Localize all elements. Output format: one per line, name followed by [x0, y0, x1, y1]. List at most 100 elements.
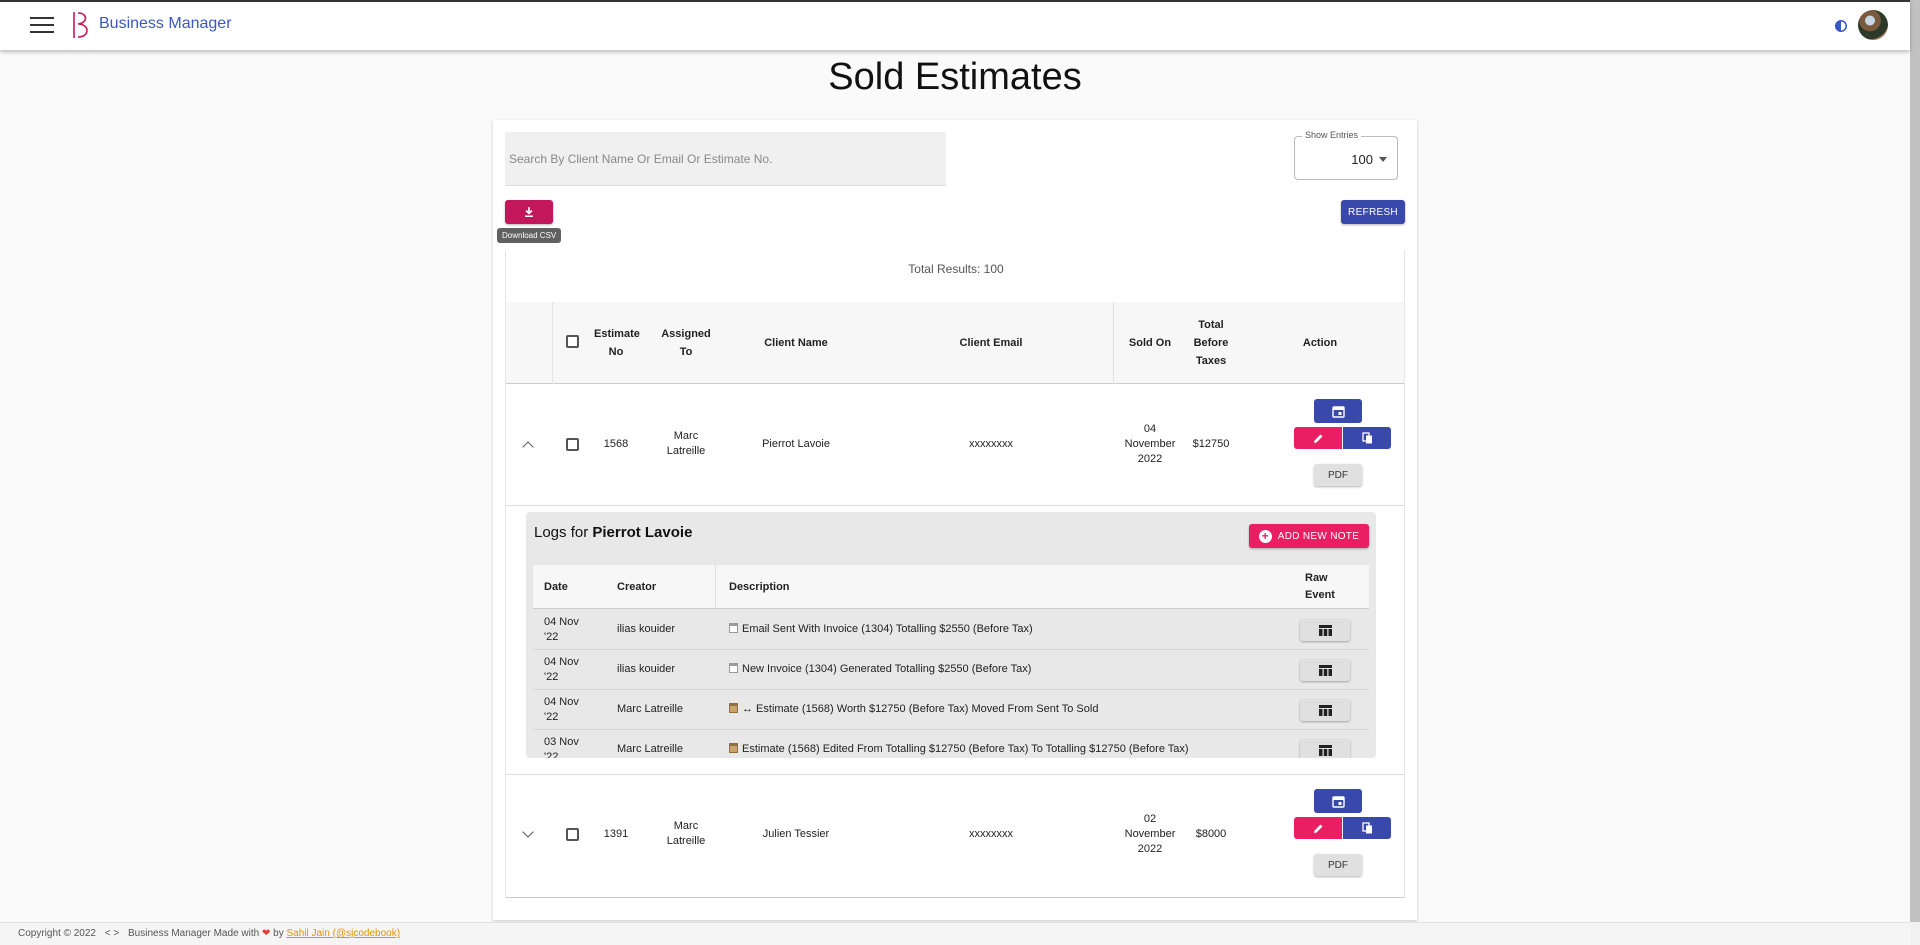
duplicate-button[interactable]	[1342, 817, 1391, 839]
pdf-button[interactable]: PDF	[1314, 854, 1362, 876]
pdf-button[interactable]: PDF	[1314, 464, 1362, 486]
user-avatar[interactable]	[1858, 10, 1888, 40]
estimates-card: Show Entries 100 Download CSV REFRESH To…	[493, 120, 1417, 920]
expand-row-icon[interactable]	[522, 826, 534, 838]
logs-header-raw-event: Raw Event	[1305, 572, 1335, 601]
app-bar: Business Manager	[0, 0, 1910, 50]
header-total-before-taxes[interactable]: Total Before Taxes	[1191, 316, 1231, 370]
log-row: 04 Nov '22 Marc Latreille ↔ Estimate (15…	[533, 690, 1369, 730]
assigned-to: Marc Latreille	[666, 820, 706, 847]
client-email: xxxxxxxx	[969, 438, 1013, 450]
brand-name[interactable]: Business Manager	[99, 15, 232, 33]
logs-header-description: Description	[729, 581, 790, 593]
edit-copy-group	[1294, 427, 1391, 449]
sold-on: 04 November 2022	[1124, 423, 1176, 465]
logs-title-prefix: Logs for	[534, 524, 589, 541]
search-input[interactable]	[509, 151, 946, 166]
footer-by: by	[273, 928, 284, 939]
logs-title: Logs for Pierrot Lavoie	[534, 524, 692, 541]
log-description: Email Sent With Invoice (1304) Totalling…	[729, 622, 1033, 637]
estimate-icon	[729, 743, 738, 753]
caret-down-icon	[1379, 157, 1387, 162]
client-email: xxxxxxxx	[969, 828, 1013, 840]
brand-logo-icon[interactable]	[70, 10, 92, 40]
log-description-text: Estimate (1568) Edited From Totalling $1…	[742, 743, 1189, 755]
raw-event-button[interactable]	[1300, 659, 1350, 681]
header-client-name[interactable]: Client Name	[721, 334, 871, 352]
add-new-note-button[interactable]: + ADD NEW NOTE	[1249, 524, 1369, 548]
calendar-icon	[1331, 405, 1345, 418]
code-icon: < >	[104, 928, 120, 939]
estimate-number: 1568	[603, 438, 629, 450]
logs-panel: Logs for Pierrot Lavoie + ADD NEW NOTE D…	[526, 512, 1376, 758]
schedule-button[interactable]	[1314, 399, 1362, 423]
column-divider	[552, 302, 553, 384]
estimate-number: 1391	[603, 828, 629, 840]
raw-event-button[interactable]	[1300, 699, 1350, 721]
add-circle-icon: +	[1258, 529, 1272, 543]
download-csv-button[interactable]	[505, 200, 553, 224]
footer-made-with: Business Manager Made with	[128, 928, 260, 939]
table-header: Estimate No Assigned To Client Name Clie…	[506, 302, 1404, 384]
table-row: 1568 Marc Latreille Pierrot Lavoie xxxxx…	[506, 385, 1404, 505]
log-creator: Marc Latreille	[617, 743, 684, 755]
show-entries-select[interactable]: Show Entries 100	[1294, 130, 1398, 180]
header-assigned-to[interactable]: Assigned To	[656, 325, 716, 361]
page-scrollbar[interactable]	[1910, 0, 1920, 922]
schedule-button[interactable]	[1314, 789, 1362, 813]
calendar-icon	[1331, 795, 1345, 808]
header-action: Action	[1302, 337, 1338, 349]
log-date: 04 Nov '22	[544, 696, 579, 723]
log-row: 04 Nov '22 ilias kouider New Invoice (13…	[533, 650, 1369, 690]
search-field[interactable]	[505, 132, 946, 186]
header-sold-on[interactable]: Sold On	[1116, 334, 1184, 352]
raw-event-button[interactable]	[1300, 619, 1350, 641]
theme-toggle-icon[interactable]	[1834, 19, 1848, 33]
assigned-to: Marc Latreille	[666, 430, 706, 457]
edit-button[interactable]	[1294, 427, 1342, 449]
header-estimate-no[interactable]: Estimate No	[594, 325, 640, 361]
collapse-row-icon[interactable]	[522, 441, 534, 453]
select-all-checkbox[interactable]	[566, 335, 579, 348]
log-description-text: New Invoice (1304) Generated Totalling $…	[742, 663, 1032, 675]
log-description: New Invoice (1304) Generated Totalling $…	[729, 662, 1031, 677]
footer-copyright: Copyright © 2022	[18, 928, 96, 939]
logs-header-creator: Creator	[617, 581, 657, 593]
logs-table-header: Date Creator Description Raw Event	[533, 565, 1369, 609]
log-description: ↔ Estimate (1568) Worth $12750 (Before T…	[729, 702, 1098, 717]
table-icon	[1318, 624, 1332, 636]
refresh-button[interactable]: REFRESH	[1341, 200, 1405, 224]
table-icon	[1318, 704, 1332, 716]
scrollbar-track	[1910, 922, 1920, 945]
log-date: 03 Nov '22	[544, 736, 579, 758]
page-title: Sold Estimates	[828, 56, 1082, 98]
row-checkbox[interactable]	[566, 828, 579, 841]
copy-icon	[1361, 432, 1372, 444]
total-before-taxes: $8000	[1195, 828, 1227, 840]
log-description-text: Email Sent With Invoice (1304) Totalling…	[742, 623, 1033, 635]
logs-client-name: Pierrot Lavoie	[592, 524, 693, 541]
edit-copy-group	[1294, 817, 1391, 839]
duplicate-button[interactable]	[1342, 427, 1391, 449]
sold-on: 02 November 2022	[1124, 813, 1176, 855]
row-divider	[506, 505, 1404, 506]
author-link[interactable]: Sahil Jain (@sjcodebook)	[286, 928, 400, 939]
menu-icon[interactable]	[30, 17, 54, 35]
row-checkbox[interactable]	[566, 438, 579, 451]
table-icon	[1318, 664, 1332, 676]
log-creator: Marc Latreille	[617, 703, 684, 715]
estimates-table: Total Results: 100 Estimate No Assigned …	[505, 250, 1405, 898]
column-divider	[1113, 302, 1114, 384]
pencil-icon	[1313, 434, 1322, 443]
column-divider	[715, 565, 716, 609]
show-entries-value: 100	[1351, 152, 1373, 167]
total-results: Total Results: 100	[908, 262, 1004, 276]
log-date: 04 Nov '22	[544, 616, 579, 643]
log-creator: ilias kouider	[617, 623, 676, 635]
document-icon	[729, 663, 738, 673]
log-description: Estimate (1568) Edited From Totalling $1…	[729, 742, 1189, 757]
header-client-email[interactable]: Client Email	[886, 334, 1096, 352]
log-date: 04 Nov '22	[544, 656, 579, 683]
edit-button[interactable]	[1294, 817, 1342, 839]
raw-event-button[interactable]	[1300, 739, 1350, 758]
